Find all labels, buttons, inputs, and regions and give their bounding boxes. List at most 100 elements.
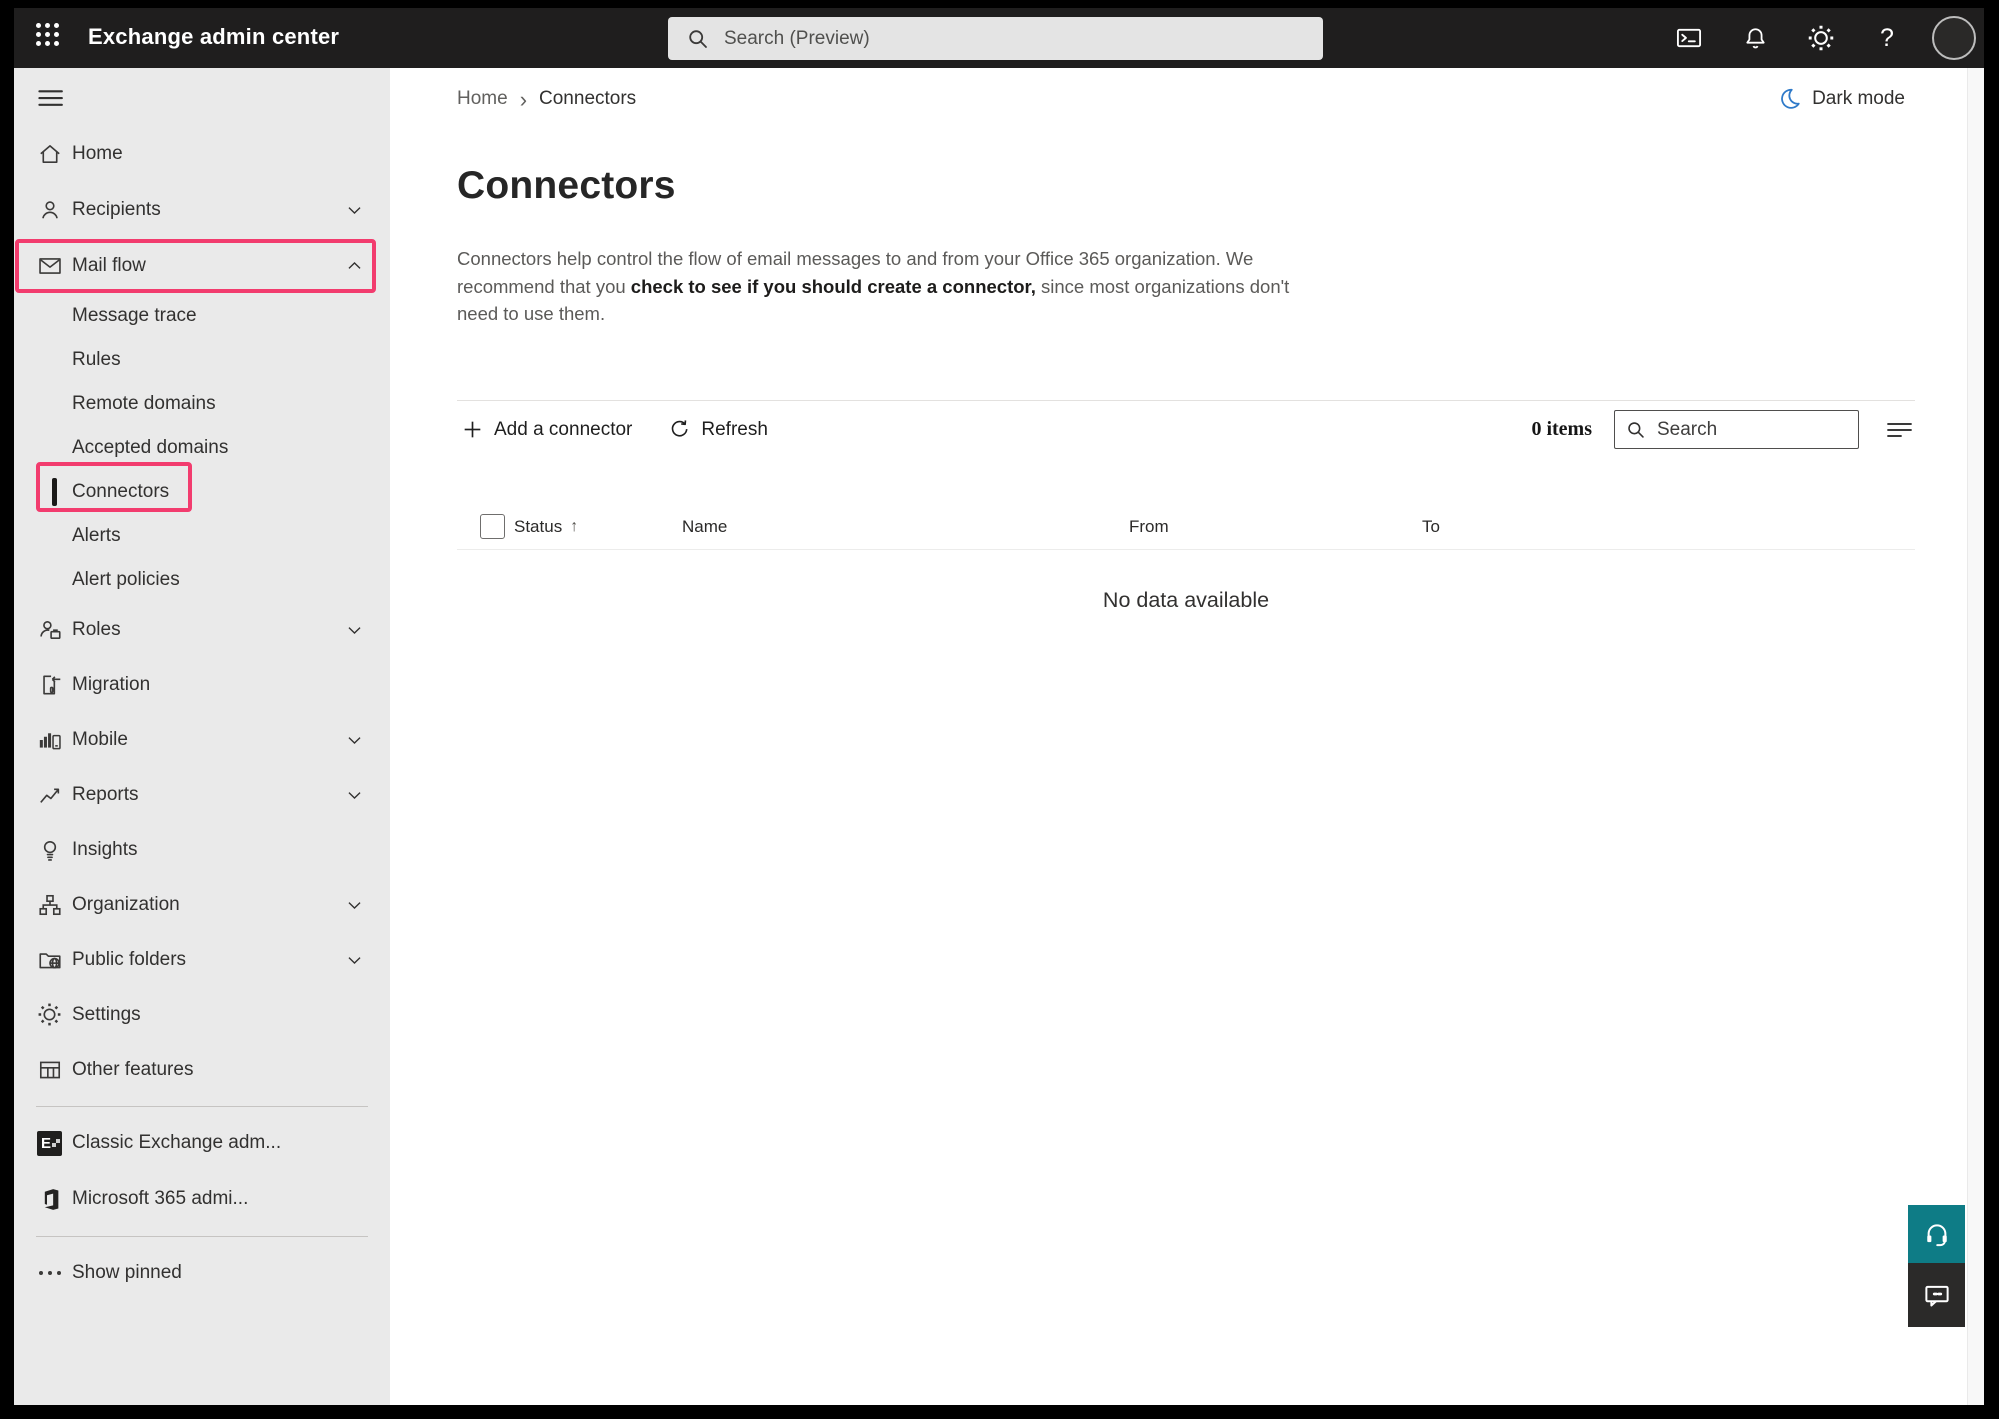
breadcrumb-current: Connectors bbox=[539, 88, 636, 110]
column-header-name[interactable]: Name bbox=[682, 517, 1129, 537]
column-header-from[interactable]: From bbox=[1129, 517, 1422, 537]
sidebar-item-mail-flow[interactable]: Mail flow bbox=[14, 238, 390, 294]
sidebar-item-rules[interactable]: Rules bbox=[14, 338, 390, 382]
sidebar-item-label: Reports bbox=[72, 784, 139, 806]
exchange-admin-center-window: Exchange admin center bbox=[14, 8, 1984, 1405]
description-link[interactable]: check to see if you should create a conn… bbox=[631, 276, 1036, 297]
add-connector-label: Add a connector bbox=[494, 419, 632, 441]
feedback-button[interactable] bbox=[1908, 1263, 1965, 1327]
add-connector-button[interactable]: Add a connector bbox=[457, 412, 636, 447]
sidebar-item-label: Settings bbox=[72, 1004, 141, 1026]
sidebar-item-label: Remote domains bbox=[72, 393, 216, 415]
breadcrumb-home-link[interactable]: Home bbox=[457, 88, 508, 110]
vertical-scrollbar[interactable] bbox=[1967, 68, 1984, 1405]
divider bbox=[36, 1236, 368, 1237]
reports-icon bbox=[36, 781, 63, 808]
global-search-input[interactable] bbox=[724, 28, 1305, 50]
main-content: Home › Connectors Dark mode Connectors C… bbox=[390, 68, 1967, 1405]
sidebar-item-mobile[interactable]: Mobile bbox=[14, 712, 390, 767]
account-avatar[interactable] bbox=[1932, 16, 1976, 60]
sidebar-item-label: Other features bbox=[72, 1059, 193, 1081]
sidebar-item-remote-domains[interactable]: Remote domains bbox=[14, 382, 390, 426]
list-search-box[interactable] bbox=[1614, 410, 1859, 449]
sidebar-item-label: Accepted domains bbox=[72, 437, 228, 459]
sidebar-item-show-pinned[interactable]: Show pinned bbox=[14, 1245, 390, 1301]
sidebar-item-migration[interactable]: Migration bbox=[14, 657, 390, 712]
sidebar-item-message-trace[interactable]: Message trace bbox=[14, 294, 390, 338]
sidebar-item-accepted-domains[interactable]: Accepted domains bbox=[14, 426, 390, 470]
select-all-checkbox[interactable] bbox=[480, 514, 505, 539]
hamburger-menu-icon[interactable] bbox=[14, 68, 390, 126]
refresh-label: Refresh bbox=[701, 419, 768, 441]
mobile-icon bbox=[36, 726, 63, 753]
sidebar-item-home[interactable]: Home bbox=[14, 126, 390, 182]
sidebar-item-label: Home bbox=[72, 143, 123, 165]
column-header-status[interactable]: Status ↑ bbox=[514, 517, 682, 537]
filter-icon[interactable] bbox=[1885, 417, 1915, 443]
selected-indicator bbox=[52, 478, 57, 506]
global-search-box[interactable] bbox=[668, 17, 1323, 60]
sidebar-item-organization[interactable]: Organization bbox=[14, 877, 390, 932]
sidebar-item-roles[interactable]: Roles bbox=[14, 602, 390, 657]
column-header-to[interactable]: To bbox=[1422, 517, 1915, 537]
sidebar-item-label: Insights bbox=[72, 839, 137, 861]
headset-icon bbox=[1922, 1219, 1952, 1249]
sidebar-item-label: Public folders bbox=[72, 949, 186, 971]
sidebar-item-label: Rules bbox=[72, 349, 121, 371]
sidebar-item-label: Mobile bbox=[72, 729, 128, 751]
grid-icon bbox=[36, 1056, 63, 1083]
dark-mode-label: Dark mode bbox=[1812, 88, 1905, 110]
ellipsis-icon bbox=[36, 1260, 63, 1287]
chevron-down-icon bbox=[345, 785, 364, 804]
left-navigation: Home Recipients Mail flow Message trace bbox=[14, 68, 390, 1405]
sidebar-item-label: Organization bbox=[72, 894, 180, 916]
sidebar-item-recipients[interactable]: Recipients bbox=[14, 182, 390, 238]
help-support-button[interactable] bbox=[1908, 1205, 1965, 1263]
app-title: Exchange admin center bbox=[88, 24, 339, 50]
help-icon[interactable]: ? bbox=[1866, 17, 1908, 59]
migration-icon bbox=[36, 671, 63, 698]
chevron-down-icon bbox=[345, 895, 364, 914]
refresh-button[interactable]: Refresh bbox=[664, 412, 772, 447]
sidebar-item-alerts[interactable]: Alerts bbox=[14, 514, 390, 558]
sidebar-item-microsoft-365-admin[interactable]: Microsoft 365 admi... bbox=[14, 1171, 390, 1227]
org-chart-icon bbox=[36, 891, 63, 918]
roles-icon bbox=[36, 616, 63, 643]
office-logo-icon bbox=[36, 1186, 63, 1213]
folder-globe-icon bbox=[36, 946, 63, 973]
sidebar-item-connectors[interactable]: Connectors bbox=[14, 470, 390, 514]
list-search-input[interactable] bbox=[1657, 419, 1848, 441]
chat-bubble-icon bbox=[1922, 1280, 1952, 1310]
plus-icon bbox=[461, 418, 484, 441]
sidebar-item-settings[interactable]: Settings bbox=[14, 987, 390, 1042]
search-icon bbox=[686, 27, 710, 51]
sidebar-item-label: Migration bbox=[72, 674, 150, 696]
chevron-down-icon bbox=[345, 950, 364, 969]
mail-icon bbox=[36, 253, 63, 280]
page-description: Connectors help control the flow of emai… bbox=[457, 245, 1302, 328]
sidebar-item-label: Alerts bbox=[72, 525, 121, 547]
empty-table-message: No data available bbox=[457, 588, 1915, 613]
sort-ascending-icon: ↑ bbox=[570, 518, 578, 536]
app-launcher-icon[interactable] bbox=[36, 23, 66, 53]
settings-gear-icon[interactable] bbox=[1800, 17, 1842, 59]
page-title: Connectors bbox=[457, 164, 676, 208]
chevron-up-icon bbox=[345, 257, 364, 276]
powershell-terminal-icon[interactable] bbox=[1668, 17, 1710, 59]
sidebar-item-other-features[interactable]: Other features bbox=[14, 1042, 390, 1097]
home-icon bbox=[36, 141, 63, 168]
sidebar-item-insights[interactable]: Insights bbox=[14, 822, 390, 877]
dark-mode-toggle[interactable]: Dark mode bbox=[1777, 86, 1905, 111]
divider bbox=[36, 1106, 368, 1107]
search-icon bbox=[1625, 419, 1647, 441]
sidebar-item-alert-policies[interactable]: Alert policies bbox=[14, 558, 390, 602]
sidebar-item-label: Show pinned bbox=[72, 1262, 182, 1284]
lightbulb-icon bbox=[36, 836, 63, 863]
sidebar-item-public-folders[interactable]: Public folders bbox=[14, 932, 390, 987]
sidebar-item-classic-exchange[interactable]: E Classic Exchange adm... bbox=[14, 1115, 390, 1171]
sidebar-item-label: Microsoft 365 admi... bbox=[72, 1188, 248, 1210]
notifications-bell-icon[interactable] bbox=[1734, 17, 1776, 59]
sidebar-item-label: Classic Exchange adm... bbox=[72, 1132, 281, 1154]
items-count: 0 items bbox=[1531, 418, 1592, 441]
sidebar-item-reports[interactable]: Reports bbox=[14, 767, 390, 822]
